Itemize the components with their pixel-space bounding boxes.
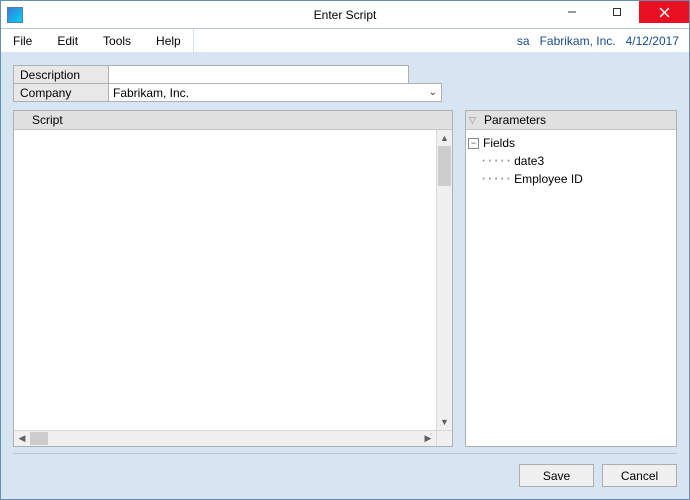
script-textarea[interactable] bbox=[14, 130, 436, 430]
script-panel: Script ▲ ▼ ◀ ▶ bbox=[13, 110, 453, 447]
save-button[interactable]: Save bbox=[519, 464, 594, 487]
menubar: File Edit Tools Help sa Fabrikam, Inc. 4… bbox=[1, 29, 689, 53]
scroll-up-icon[interactable]: ▲ bbox=[437, 130, 452, 146]
tree-branch-icon: ····· bbox=[480, 152, 511, 170]
script-vertical-scrollbar[interactable]: ▲ ▼ bbox=[436, 130, 452, 430]
status-area: sa Fabrikam, Inc. 4/12/2017 bbox=[517, 29, 689, 52]
footer: Save Cancel bbox=[1, 454, 689, 499]
script-body: ▲ ▼ ◀ ▶ bbox=[14, 130, 452, 446]
enter-script-window: Enter Script File Edit Tools Help sa Fab… bbox=[0, 0, 690, 500]
scroll-right-icon[interactable]: ▶ bbox=[420, 431, 436, 446]
tree-children: ····· date3 ····· Employee ID bbox=[480, 152, 674, 188]
script-panel-title: Script bbox=[32, 113, 63, 127]
maximize-icon bbox=[612, 7, 622, 17]
tree-leaf-date3[interactable]: ····· date3 bbox=[480, 152, 674, 170]
minimize-icon bbox=[567, 7, 577, 17]
close-button[interactable] bbox=[639, 1, 689, 23]
tree-collapse-icon[interactable]: − bbox=[468, 138, 479, 149]
scroll-left-icon[interactable]: ◀ bbox=[14, 431, 30, 446]
system-buttons bbox=[549, 1, 689, 28]
tree-leaf-label: date3 bbox=[514, 152, 544, 170]
menu-file[interactable]: File bbox=[1, 29, 45, 52]
menu-tools[interactable]: Tools bbox=[91, 29, 144, 52]
company-label: Company bbox=[13, 83, 109, 102]
cancel-button[interactable]: Cancel bbox=[602, 464, 677, 487]
parameters-tree: − Fields ····· date3 ····· Employee ID bbox=[466, 130, 676, 192]
script-horizontal-scrollbar[interactable]: ◀ ▶ bbox=[14, 430, 436, 446]
description-label: Description bbox=[13, 65, 109, 84]
tree-leaf-label: Employee ID bbox=[514, 170, 583, 188]
status-user: sa bbox=[517, 34, 530, 48]
app-icon bbox=[7, 7, 23, 23]
parameters-panel: ▽ Parameters − Fields ····· date3 ····· … bbox=[465, 110, 677, 447]
parameters-panel-header: ▽ Parameters bbox=[466, 111, 676, 130]
close-icon bbox=[659, 7, 670, 18]
script-panel-header: Script bbox=[14, 111, 452, 130]
minimize-button[interactable] bbox=[549, 1, 594, 23]
tree-node-fields[interactable]: − Fields bbox=[468, 134, 674, 152]
scroll-corner bbox=[436, 430, 452, 446]
scroll-down-icon[interactable]: ▼ bbox=[437, 414, 452, 430]
company-selected-value: Fabrikam, Inc. bbox=[113, 86, 189, 100]
description-row: Description bbox=[13, 65, 677, 84]
form-area: Description Company Fabrikam, Inc. ⌄ bbox=[1, 53, 689, 110]
titlebar: Enter Script bbox=[1, 1, 689, 29]
tree-node-label: Fields bbox=[483, 134, 515, 152]
vscroll-thumb[interactable] bbox=[438, 146, 451, 186]
company-select[interactable]: Fabrikam, Inc. ⌄ bbox=[109, 83, 442, 102]
chevron-down-icon: ⌄ bbox=[429, 87, 437, 98]
menu-help[interactable]: Help bbox=[144, 29, 194, 52]
status-company: Fabrikam, Inc. bbox=[540, 34, 616, 48]
maximize-button[interactable] bbox=[594, 1, 639, 23]
description-input[interactable] bbox=[109, 65, 409, 84]
parameters-panel-title: Parameters bbox=[484, 113, 546, 127]
menu-edit[interactable]: Edit bbox=[45, 29, 91, 52]
status-date: 4/12/2017 bbox=[626, 34, 679, 48]
panels: Script ▲ ▼ ◀ ▶ ▽ Parameters bbox=[1, 110, 689, 447]
tree-branch-icon: ····· bbox=[480, 170, 511, 188]
triangle-down-icon[interactable]: ▽ bbox=[469, 115, 476, 126]
company-row: Company Fabrikam, Inc. ⌄ bbox=[13, 83, 677, 102]
hscroll-thumb[interactable] bbox=[30, 432, 48, 445]
tree-leaf-employee-id[interactable]: ····· Employee ID bbox=[480, 170, 674, 188]
